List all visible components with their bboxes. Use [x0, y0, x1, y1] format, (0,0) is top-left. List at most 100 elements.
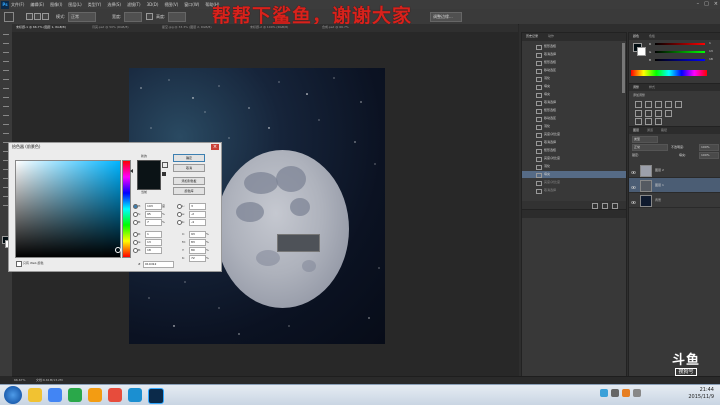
- panel-background-swatch[interactable]: [637, 47, 646, 56]
- r-slider[interactable]: [655, 43, 705, 45]
- doc-tab[interactable]: 星空.jpg @ 33.3% (图层 2, RGB/8): [162, 25, 211, 29]
- quick-select-tool-icon[interactable]: [3, 57, 9, 62]
- notification-icon[interactable]: [622, 389, 630, 397]
- tab-actions[interactable]: 动作: [548, 34, 554, 38]
- b-value[interactable]: 18: [709, 57, 713, 61]
- eyedropper-tool-icon[interactable]: [3, 75, 9, 80]
- yellow-input[interactable]: 80: [189, 247, 206, 254]
- gamut-warning-icon[interactable]: [162, 162, 168, 168]
- menu-layer[interactable]: 图层(L): [68, 2, 81, 8]
- doc-tab[interactable]: 合成.psd @ 66.7%: [322, 25, 349, 29]
- refine-edge-button[interactable]: 调整边缘...: [430, 12, 462, 22]
- width-input[interactable]: [124, 12, 142, 22]
- posterize-adjustment-icon[interactable]: [645, 118, 652, 125]
- minimize-button[interactable]: –: [697, 1, 700, 7]
- mode-select[interactable]: 正常: [68, 12, 96, 22]
- history-item[interactable]: 取消选择: [522, 51, 626, 58]
- subtract-selection-icon[interactable]: [42, 13, 49, 20]
- layer-name[interactable]: 图层 2: [655, 163, 664, 177]
- history-item[interactable]: 亮度/对比度: [522, 155, 626, 162]
- layer-row[interactable]: 图层 2: [629, 163, 720, 178]
- bw-adjustment-icon[interactable]: [655, 110, 662, 117]
- menu-view[interactable]: 视图(V): [164, 2, 178, 8]
- history-item[interactable]: 填充: [522, 83, 626, 90]
- lab-l-input[interactable]: 3: [189, 203, 206, 210]
- browser-icon[interactable]: [48, 388, 62, 402]
- tab-layers[interactable]: 图层: [633, 128, 639, 132]
- invert-adjustment-icon[interactable]: [635, 118, 642, 125]
- lab-b-input[interactable]: -4: [189, 219, 206, 226]
- brightness-adjustment-icon[interactable]: [635, 101, 642, 108]
- b-slider[interactable]: [655, 59, 705, 61]
- history-item[interactable]: 取消选择: [522, 139, 626, 146]
- opacity-input[interactable]: 100%: [699, 144, 719, 151]
- add-selection-icon[interactable]: [34, 13, 41, 20]
- layer-kind-filter[interactable]: 类型: [632, 136, 658, 143]
- cyan-input[interactable]: 93: [189, 231, 206, 238]
- hue-slider[interactable]: [122, 160, 131, 258]
- network-icon[interactable]: [600, 389, 608, 397]
- history-item[interactable]: 羽化: [522, 163, 626, 170]
- g-slider[interactable]: [655, 51, 705, 53]
- music-app-icon[interactable]: [108, 388, 122, 402]
- history-item[interactable]: 亮度/对比度: [522, 179, 626, 186]
- saturation-input[interactable]: 95: [145, 211, 162, 218]
- stamp-tool-icon[interactable]: [3, 102, 9, 107]
- marquee-tool-icon[interactable]: [4, 12, 14, 22]
- history-item[interactable]: 矩形选框: [522, 147, 626, 154]
- crop-tool-icon[interactable]: [3, 66, 9, 71]
- menu-edit[interactable]: 编辑(E): [30, 2, 44, 8]
- history-item[interactable]: 移动选区: [522, 115, 626, 122]
- green-input[interactable]: 13: [145, 239, 162, 246]
- color-spectrum[interactable]: [631, 70, 707, 76]
- healing-tool-icon[interactable]: [3, 84, 9, 89]
- magenta-input[interactable]: 83: [189, 239, 206, 246]
- red-input[interactable]: 1: [145, 231, 162, 238]
- menu-type[interactable]: 类型(Y): [88, 2, 102, 8]
- menu-3d[interactable]: 3D(D): [147, 2, 159, 7]
- layer-name[interactable]: 图层 1: [655, 178, 664, 192]
- layer-row[interactable]: 图层 1: [629, 178, 720, 193]
- color-field[interactable]: [15, 160, 121, 258]
- history-item[interactable]: 取消选择: [522, 99, 626, 106]
- web-safe-icon[interactable]: [162, 172, 166, 176]
- eraser-tool-icon[interactable]: [3, 120, 9, 125]
- eye-icon[interactable]: [631, 182, 636, 189]
- vibrance-adjustment-icon[interactable]: [675, 101, 682, 108]
- black-input[interactable]: 72: [189, 255, 206, 262]
- tab-channels[interactable]: 通道: [647, 128, 653, 132]
- brush-tool-icon[interactable]: [3, 93, 9, 98]
- new-selection-icon[interactable]: [26, 13, 33, 20]
- file-explorer-icon[interactable]: [28, 388, 42, 402]
- tab-paths[interactable]: 路径: [661, 128, 667, 132]
- layer-row[interactable]: 背景: [629, 193, 720, 208]
- taskbar-clock[interactable]: 21:44 2015/11/9: [688, 387, 714, 401]
- history-item[interactable]: 取消选择: [522, 187, 626, 194]
- tab-adjustments[interactable]: 调整: [633, 85, 639, 89]
- tab-color[interactable]: 颜色: [633, 34, 639, 38]
- menu-image[interactable]: 图像(I): [50, 2, 62, 8]
- menu-file[interactable]: 文件(F): [11, 2, 24, 8]
- hue-sat-adjustment-icon[interactable]: [635, 110, 642, 117]
- r-value[interactable]: 1: [709, 41, 711, 45]
- doc-tab[interactable]: 未标题-1 @ 66.7% (图层 1, RGB/8): [16, 25, 66, 29]
- tab-history[interactable]: 历史记录: [526, 34, 538, 38]
- height-input[interactable]: [168, 12, 186, 22]
- history-item[interactable]: 填充: [522, 91, 626, 98]
- photo-filter-adjustment-icon[interactable]: [665, 110, 672, 117]
- doc-tab[interactable]: 月亮.psd @ 50% (RGB/8): [92, 25, 129, 29]
- blend-mode-select[interactable]: 正常: [632, 144, 668, 151]
- doc-tab[interactable]: 未标题-2 @ 100% (RGB/8): [250, 25, 288, 29]
- ok-button[interactable]: 确定: [173, 154, 205, 162]
- tab-styles[interactable]: 样式: [649, 85, 655, 89]
- lab-a-input[interactable]: -2: [189, 211, 206, 218]
- layer-name[interactable]: 背景: [655, 193, 661, 207]
- exposure-adjustment-icon[interactable]: [665, 101, 672, 108]
- ime-icon[interactable]: [633, 389, 641, 397]
- add-to-swatches-button[interactable]: 添加到色板: [173, 177, 205, 185]
- media-player-icon[interactable]: [68, 388, 82, 402]
- zoom-level[interactable]: 66.67%: [14, 378, 25, 382]
- close-button[interactable]: ×: [714, 1, 718, 7]
- hue-slider-handle[interactable]: [130, 169, 133, 173]
- web-colors-checkbox[interactable]: [16, 261, 22, 267]
